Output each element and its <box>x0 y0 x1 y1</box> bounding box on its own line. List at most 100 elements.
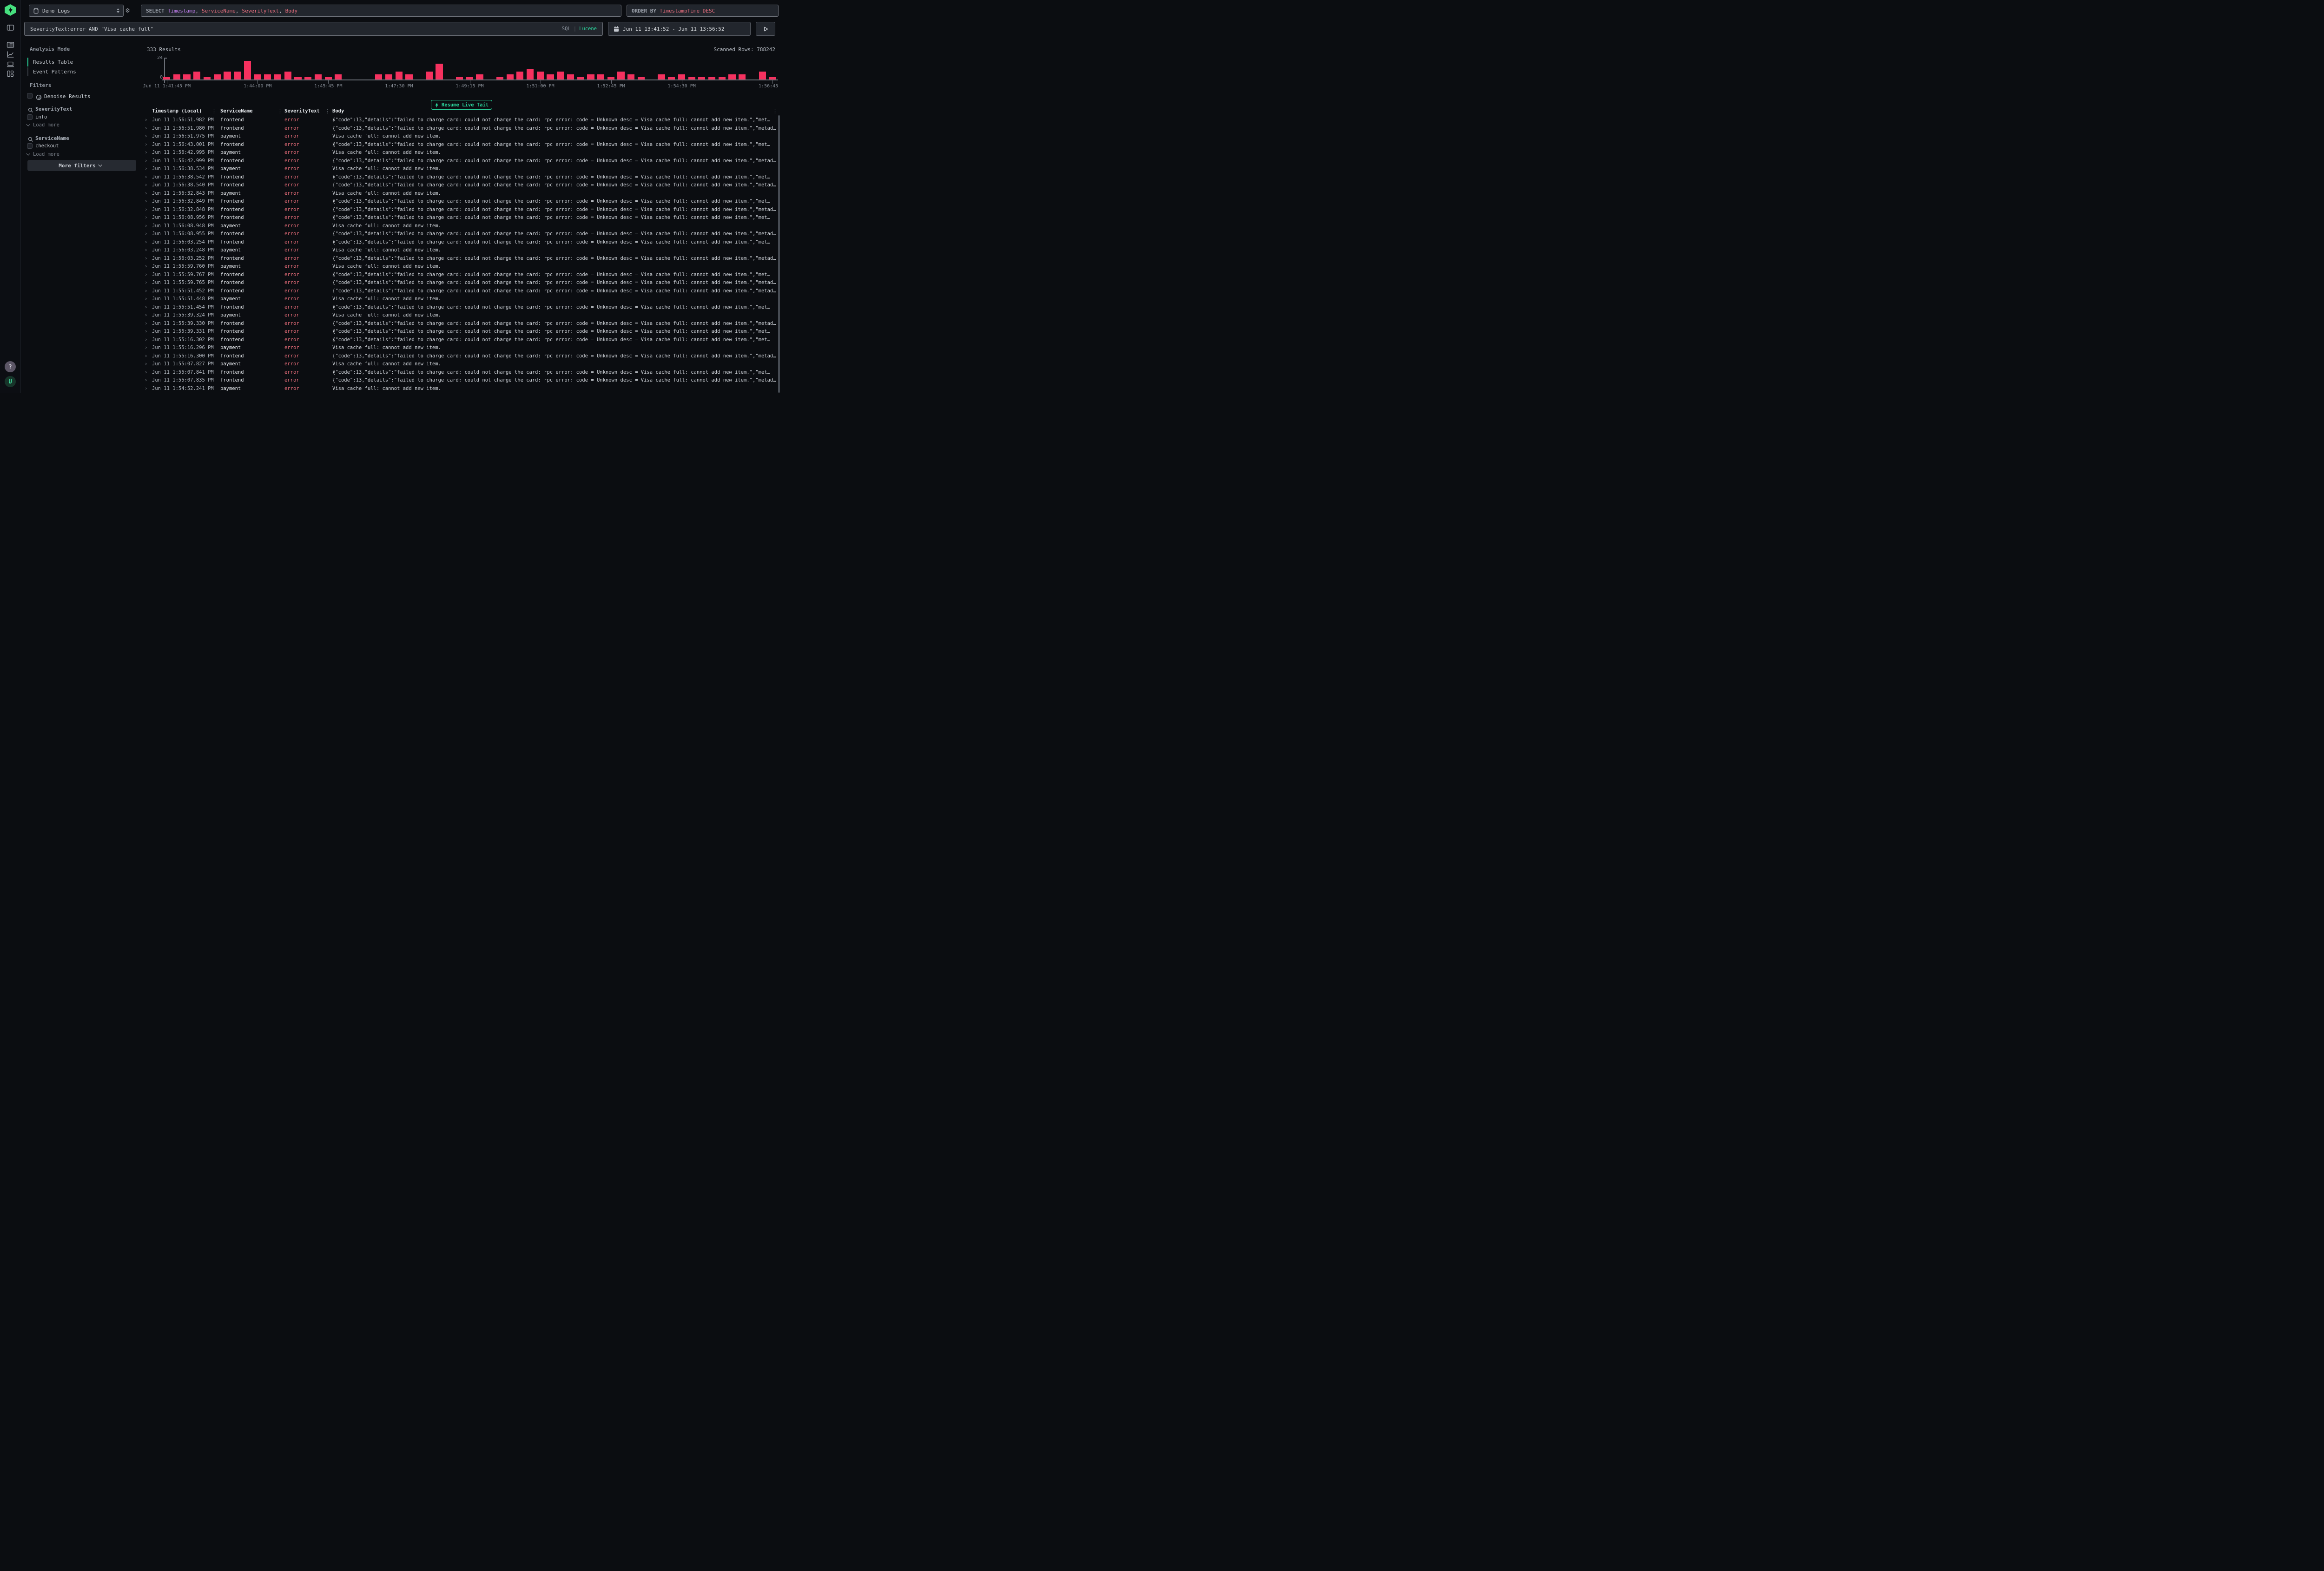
cell-body: × {"code":13,"details":"failed to charge… <box>332 238 778 247</box>
chart-bar[interactable] <box>759 72 766 80</box>
cell-timestamp: Jun 11 1:54:52.241 PM <box>152 385 214 393</box>
table-row[interactable]: ›Jun 11 1:56:03.252 PMfrontenderror{"cod… <box>0 255 781 263</box>
nav-chart-explorer[interactable] <box>7 51 15 59</box>
sidebar-item-results-table[interactable]: Results Table <box>33 59 73 65</box>
table-row[interactable]: ›Jun 11 1:55:51.454 PMfrontenderror× {"c… <box>0 304 781 312</box>
cell-service: frontend <box>220 238 244 247</box>
col-timestamp[interactable]: Timestamp (Local) <box>152 108 202 114</box>
order-by-input[interactable]: ORDER BY TimestampTime DESC <box>627 5 779 17</box>
table-row[interactable]: ›Jun 11 1:55:39.324 PMpaymenterrorVisa c… <box>0 311 781 320</box>
cell-body: {"code":13,"details":"failed to charge c… <box>332 320 778 328</box>
nav-client-sessions[interactable] <box>7 60 15 69</box>
table-row[interactable]: ›Jun 11 1:56:42.999 PMfrontenderror{"cod… <box>0 157 781 165</box>
table-row[interactable]: ›Jun 11 1:56:08.948 PMpaymenterrorVisa c… <box>0 222 781 231</box>
col-body[interactable]: Body <box>332 108 344 114</box>
table-row[interactable]: ›Jun 11 1:55:51.452 PMfrontenderror{"cod… <box>0 287 781 296</box>
line-chart-icon <box>7 51 14 59</box>
table-row[interactable]: ›Jun 11 1:55:59.767 PMfrontenderror× {"c… <box>0 271 781 279</box>
nav-dashboards[interactable] <box>7 70 15 78</box>
nav-search-logs[interactable] <box>7 41 15 49</box>
denoise-icon <box>36 93 42 102</box>
chart-bar[interactable] <box>193 72 200 80</box>
table-row[interactable]: ›Jun 11 1:56:51.975 PMpaymenterrorVisa c… <box>0 132 781 141</box>
table-row[interactable]: ›Jun 11 1:56:03.248 PMpaymenterrorVisa c… <box>0 246 781 255</box>
source-selector[interactable]: Demo Logs <box>29 5 124 17</box>
col-severitytext[interactable]: SeverityText <box>284 108 320 114</box>
chart-bar[interactable] <box>244 61 251 80</box>
chart-bar[interactable] <box>234 72 241 80</box>
cell-service: frontend <box>220 206 244 214</box>
table-row[interactable]: ›Jun 11 1:56:08.955 PMfrontenderror{"cod… <box>0 230 781 238</box>
table-row[interactable]: ›Jun 11 1:56:38.534 PMpaymenterrorVisa c… <box>0 165 781 173</box>
mode-lucene-button[interactable]: Lucene <box>579 26 597 32</box>
table-row[interactable]: ›Jun 11 1:56:38.540 PMfrontenderror{"cod… <box>0 181 781 190</box>
table-row[interactable]: ›Jun 11 1:55:16.296 PMpaymenterrorVisa c… <box>0 344 781 352</box>
chart-bar[interactable] <box>284 72 291 80</box>
table-row[interactable]: ›Jun 11 1:55:16.300 PMfrontenderror{"cod… <box>0 352 781 361</box>
table-row[interactable]: ›Jun 11 1:55:59.760 PMpaymenterrorVisa c… <box>0 263 781 271</box>
cell-timestamp: Jun 11 1:55:16.300 PM <box>152 352 214 361</box>
row-expand-icon: › <box>145 369 147 377</box>
chart-bar[interactable] <box>224 72 231 80</box>
table-row[interactable]: ›Jun 11 1:55:59.765 PMfrontenderror{"cod… <box>0 279 781 287</box>
row-expand-icon: › <box>145 279 147 287</box>
cell-body: {"code":13,"details":"failed to charge c… <box>332 206 778 214</box>
table-row[interactable]: ›Jun 11 1:56:32.843 PMpaymenterrorVisa c… <box>0 190 781 198</box>
table-row[interactable]: ›Jun 11 1:56:51.982 PMfrontenderror× {"c… <box>0 116 781 125</box>
chart-bar[interactable] <box>426 72 433 80</box>
order-by-value: TimestampTime DESC <box>660 8 715 14</box>
table-row[interactable]: ›Jun 11 1:56:32.848 PMfrontenderror{"cod… <box>0 206 781 214</box>
app-logo[interactable] <box>5 4 16 16</box>
table-row[interactable]: ›Jun 11 1:55:07.841 PMfrontenderror× {"c… <box>0 369 781 377</box>
chart-bar[interactable] <box>396 72 403 80</box>
chart-bar[interactable] <box>537 72 544 80</box>
row-expand-icon: › <box>145 263 147 271</box>
table-row[interactable]: ›Jun 11 1:56:43.001 PMfrontenderror× {"c… <box>0 141 781 149</box>
row-expand-icon: › <box>145 125 147 133</box>
table-row[interactable]: ›Jun 11 1:55:07.835 PMfrontenderror{"cod… <box>0 376 781 385</box>
col-servicename[interactable]: ServiceName <box>220 108 253 114</box>
denoise-checkbox[interactable] <box>27 93 33 99</box>
cell-severity: error <box>284 311 299 320</box>
time-range-picker[interactable]: Jun 11 13:41:52 - Jun 11 13:56:52 <box>608 22 751 36</box>
cell-timestamp: Jun 11 1:55:16.296 PM <box>152 344 214 352</box>
search-query-input[interactable]: SeverityText:error AND "Visa cache full"… <box>24 22 603 36</box>
source-settings-button[interactable]: ⚙ <box>125 6 130 14</box>
chart-bar[interactable] <box>527 69 534 80</box>
mode-sql-button[interactable]: SQL <box>562 26 571 32</box>
column-resize-handle[interactable]: ⋮ <box>325 108 330 114</box>
cell-body: {"code":13,"details":"failed to charge c… <box>332 376 778 385</box>
table-row[interactable]: ›Jun 11 1:56:08.956 PMfrontenderror× {"c… <box>0 214 781 222</box>
table-row[interactable]: ›Jun 11 1:56:42.995 PMpaymenterrorVisa c… <box>0 149 781 157</box>
table-row[interactable]: ›Jun 11 1:56:03.254 PMfrontenderror× {"c… <box>0 238 781 247</box>
error-x-icon: × <box>332 304 335 312</box>
table-row[interactable]: ›Jun 11 1:56:38.542 PMfrontenderror× {"c… <box>0 173 781 182</box>
x-axis-label: 1:45:45 PM <box>314 84 342 89</box>
cell-severity: error <box>284 222 299 231</box>
cell-severity: error <box>284 369 299 377</box>
table-row[interactable]: ›Jun 11 1:55:16.302 PMfrontenderror× {"c… <box>0 336 781 344</box>
table-row[interactable]: ›Jun 11 1:56:32.849 PMfrontenderror× {"c… <box>0 198 781 206</box>
run-query-button[interactable] <box>756 22 775 36</box>
cell-service: payment <box>220 344 241 352</box>
chart-bar[interactable] <box>617 72 624 80</box>
table-row[interactable]: ›Jun 11 1:55:51.448 PMpaymenterrorVisa c… <box>0 295 781 304</box>
row-expand-icon: › <box>145 206 147 214</box>
sidebar-item-event-patterns[interactable]: Event Patterns <box>33 69 76 75</box>
chart-bar[interactable] <box>516 72 523 80</box>
cell-timestamp: Jun 11 1:56:42.995 PM <box>152 149 214 157</box>
column-resize-handle[interactable]: ⋮ <box>211 108 217 114</box>
column-resize-handle[interactable]: ⋮ <box>772 108 778 114</box>
table-row[interactable]: ›Jun 11 1:55:07.827 PMpaymenterrorVisa c… <box>0 360 781 369</box>
chart-bar[interactable] <box>557 72 564 80</box>
table-row[interactable]: ›Jun 11 1:54:52.241 PMpaymenterrorVisa c… <box>0 385 781 393</box>
table-row[interactable]: ›Jun 11 1:55:39.330 PMfrontenderror{"cod… <box>0 320 781 328</box>
table-row[interactable]: ›Jun 11 1:56:51.980 PMfrontenderror{"cod… <box>0 125 781 133</box>
column-resize-handle[interactable]: ⋮ <box>277 108 283 114</box>
toggle-sidebar-button[interactable] <box>7 24 15 32</box>
cell-service: frontend <box>220 336 244 344</box>
chart-bar[interactable] <box>436 64 442 80</box>
table-scrollbar[interactable] <box>778 115 780 393</box>
select-clause-input[interactable]: SELECT Timestamp, ServiceName, SeverityT… <box>141 5 621 17</box>
table-row[interactable]: ›Jun 11 1:55:39.331 PMfrontenderror× {"c… <box>0 328 781 336</box>
